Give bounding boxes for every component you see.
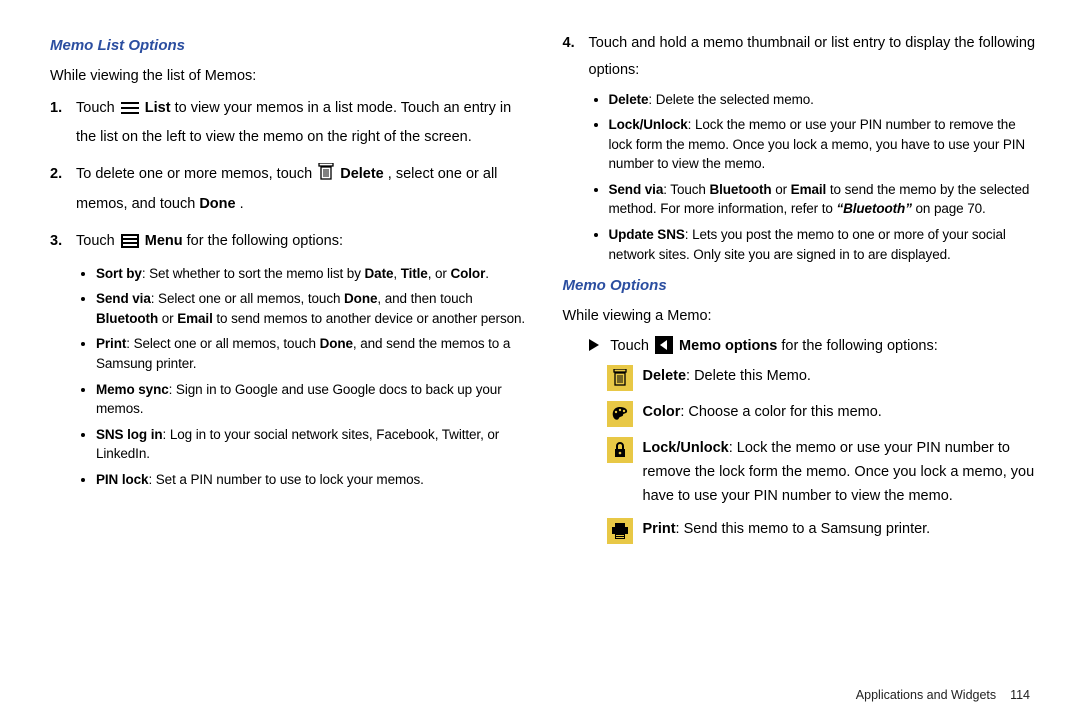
r-updatesns-item: Update SNS: Lets you post the memo to on… <box>609 225 1041 264</box>
print-item: Print: Select one or all memos, touch Do… <box>96 334 528 373</box>
r-sendvia-item: Send via: Touch Bluetooth or Email to se… <box>609 180 1041 219</box>
menu-icon <box>121 231 139 258</box>
step-2: 2. To delete one or more memos, touch De… <box>76 161 528 218</box>
step-3: 3. Touch Menu for the following options:… <box>76 228 528 489</box>
back-arrow-icon <box>655 336 673 354</box>
list-icon <box>121 98 139 125</box>
page-footer: Applications and Widgets 114 <box>856 688 1030 702</box>
step-1: 1. Touch List to view your memos in a li… <box>76 95 528 152</box>
intro-left: While viewing the list of Memos: <box>50 65 528 89</box>
opt-color: Color: Choose a color for this memo. <box>643 401 882 427</box>
heading-memo-list-options: Memo List Options <box>50 34 528 59</box>
palette-yellow-icon <box>607 401 633 427</box>
memo-options-block: Touch Memo options for the following opt… <box>563 335 1041 545</box>
print-yellow-icon <box>607 518 633 544</box>
intro-right: While viewing a Memo: <box>563 305 1041 329</box>
memosync-item: Memo sync: Sign in to Google and use Goo… <box>96 380 528 419</box>
sendvia-item: Send via: Select one or all memos, touch… <box>96 289 528 328</box>
pinlock-item: PIN lock: Set a PIN number to use to loc… <box>96 470 528 490</box>
opt-delete: Delete: Delete this Memo. <box>643 365 811 391</box>
snslogin-item: SNS log in: Log in to your social networ… <box>96 425 528 464</box>
heading-memo-options: Memo Options <box>563 274 1041 299</box>
trash-icon <box>318 163 334 191</box>
opt-lock: Lock/Unlock: Lock the memo or use your P… <box>643 437 1041 509</box>
lock-yellow-icon <box>607 437 633 463</box>
step-4: 4. Touch and hold a memo thumbnail or li… <box>589 30 1041 264</box>
opt-print: Print: Send this memo to a Samsung print… <box>643 518 931 544</box>
r-delete-item: Delete: Delete the selected memo. <box>609 90 1041 110</box>
r-lock-item: Lock/Unlock: Lock the memo or use your P… <box>609 115 1041 174</box>
left-column: Memo List Options While viewing the list… <box>50 30 528 670</box>
sortby-item: Sort by: Set whether to sort the memo li… <box>96 264 528 284</box>
play-triangle-icon <box>589 339 599 351</box>
right-column: 4. Touch and hold a memo thumbnail or li… <box>563 30 1041 670</box>
delete-yellow-icon <box>607 365 633 391</box>
